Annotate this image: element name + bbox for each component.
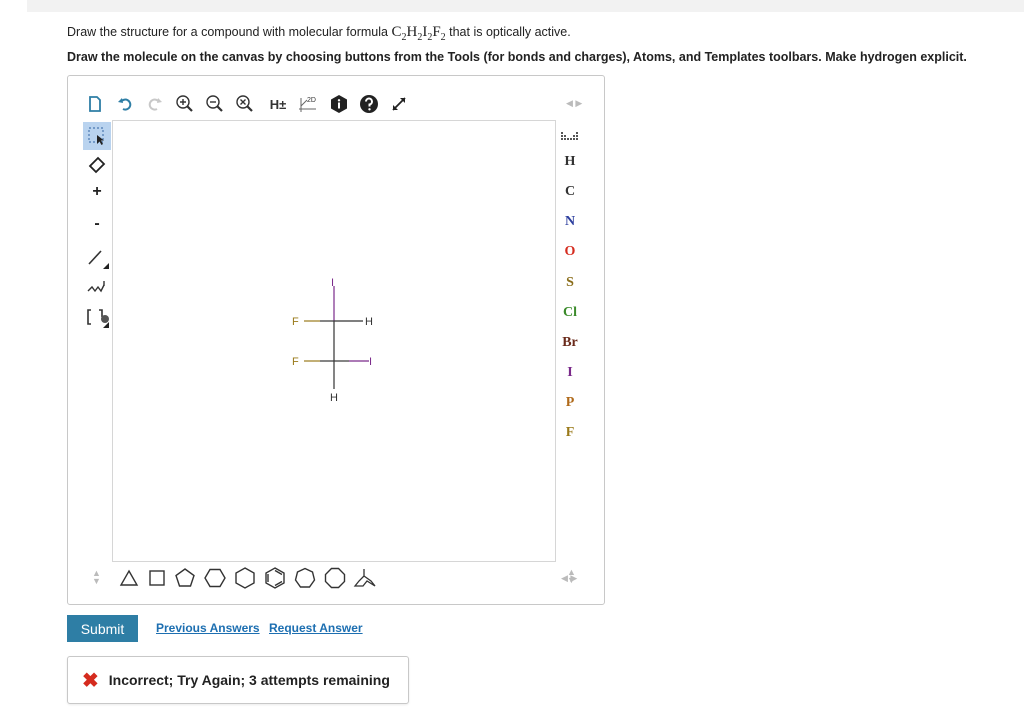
atom-button-c[interactable]: C: [556, 178, 584, 206]
benzene-icon: [265, 567, 285, 589]
instructions-text: Draw the molecule on the canvas by choos…: [67, 50, 967, 64]
template-cyclopentane-button[interactable]: [173, 564, 197, 592]
lasso-select-icon: [88, 127, 104, 145]
toggle-hydrogens-button[interactable]: H±: [263, 91, 293, 117]
template-cyclopropane-button[interactable]: [117, 564, 141, 592]
atom-button-i[interactable]: I: [556, 359, 584, 387]
undo-icon: [118, 98, 132, 111]
atom-label-fluorine-lower[interactable]: F: [292, 356, 299, 368]
atoms-scroll-arrows[interactable]: ◀ ▶: [566, 98, 582, 109]
atom-button-n[interactable]: N: [556, 208, 584, 236]
triangle-icon: [119, 569, 139, 586]
new-document-icon: [89, 96, 101, 112]
feedback-message: Incorrect; Try Again; 3 attempts remaini…: [108, 672, 390, 688]
fullscreen-button[interactable]: [387, 91, 411, 117]
chair-cyclohexane-icon: [353, 569, 376, 587]
template-cycloheptane-button[interactable]: [293, 564, 317, 592]
eraser-icon: [88, 156, 106, 174]
template-cyclobutane-button[interactable]: [145, 564, 169, 592]
clean-2d-button[interactable]: 2D: [297, 91, 321, 117]
help-icon: [360, 95, 378, 113]
help-button[interactable]: [357, 91, 381, 117]
chain-tool-button[interactable]: [83, 274, 111, 302]
hexagon-vertical-icon: [235, 567, 255, 589]
templates-scroll-arrows[interactable]: ▲ ▼: [92, 569, 101, 586]
redo-button[interactable]: [143, 91, 167, 117]
info-icon: [331, 95, 347, 113]
clean-2d-icon: 2D: [299, 97, 316, 112]
select-tool-button[interactable]: [83, 122, 111, 150]
atom-button-o[interactable]: O: [556, 238, 584, 266]
atom-label-hydrogen-bottom[interactable]: H: [330, 392, 338, 404]
undo-button[interactable]: [113, 91, 137, 117]
new-document-button[interactable]: [83, 91, 107, 117]
eraser-tool-button[interactable]: [83, 150, 111, 178]
decrease-charge-button[interactable]: -: [83, 210, 111, 238]
feedback-box: ✖ Incorrect; Try Again; 3 attempts remai…: [67, 656, 409, 704]
atom-button-p[interactable]: P: [556, 389, 584, 417]
bracket-tool-button[interactable]: [83, 304, 111, 332]
incorrect-icon: ✖: [82, 669, 99, 692]
bracket-icon: [87, 309, 109, 328]
info-button[interactable]: [327, 91, 351, 117]
single-bond-tool-button[interactable]: [83, 244, 111, 272]
request-answer-link[interactable]: Request Answer: [269, 621, 363, 635]
template-cyclohexane-vertical-button[interactable]: [233, 564, 257, 592]
square-icon: [149, 570, 165, 586]
zoom-in-button[interactable]: [173, 91, 197, 117]
redo-icon: [148, 98, 162, 111]
drawing-canvas[interactable]: I F H F I H: [112, 120, 556, 562]
single-bond-icon: [88, 250, 109, 269]
clean-2d-label: 2D: [307, 97, 316, 104]
submit-button[interactable]: Submit: [67, 615, 138, 642]
molecular-formula: C2H2I2F2: [391, 24, 446, 43]
atom-button-cl[interactable]: Cl: [556, 299, 584, 327]
atoms-vertical-arrows[interactable]: ▲ ▼: [567, 568, 576, 585]
atom-label-iodine-top[interactable]: I: [331, 277, 334, 289]
template-cyclooctane-button[interactable]: [323, 564, 347, 592]
atom-label-iodine-lower[interactable]: I: [369, 356, 372, 368]
heptagon-icon: [294, 567, 316, 588]
pentagon-icon: [175, 568, 195, 587]
atom-button-h[interactable]: H: [556, 148, 584, 176]
zoom-in-icon: [176, 95, 193, 112]
zoom-out-button[interactable]: [203, 91, 227, 117]
atom-button-br[interactable]: Br: [556, 329, 584, 357]
atom-label-fluorine-upper[interactable]: F: [292, 316, 299, 328]
zoom-reset-button[interactable]: [233, 91, 257, 117]
top-bar: [27, 0, 1024, 12]
template-chair-button[interactable]: [353, 564, 377, 592]
atom-label-hydrogen-upper[interactable]: H: [365, 316, 373, 328]
previous-answers-link[interactable]: Previous Answers: [156, 621, 260, 635]
template-benzene-button[interactable]: [263, 564, 287, 592]
zoom-out-icon: [206, 95, 223, 112]
bonds: [304, 286, 369, 389]
increase-charge-button[interactable]: +: [83, 178, 111, 206]
zoom-reset-icon: [236, 95, 253, 112]
question-text: Draw the structure for a compound with m…: [67, 24, 571, 43]
octagon-icon: [324, 567, 346, 589]
hexagon-icon: [204, 568, 226, 588]
chain-icon: [87, 281, 105, 293]
template-cyclohexane-button[interactable]: [203, 564, 227, 592]
atom-button-s[interactable]: S: [556, 269, 584, 297]
atom-button-f[interactable]: F: [556, 419, 584, 447]
periodic-table-button[interactable]: [556, 122, 584, 150]
periodic-table-icon: [561, 132, 578, 140]
expand-icon: [392, 97, 406, 111]
molecule-drawing: I F H F I H: [292, 277, 373, 404]
